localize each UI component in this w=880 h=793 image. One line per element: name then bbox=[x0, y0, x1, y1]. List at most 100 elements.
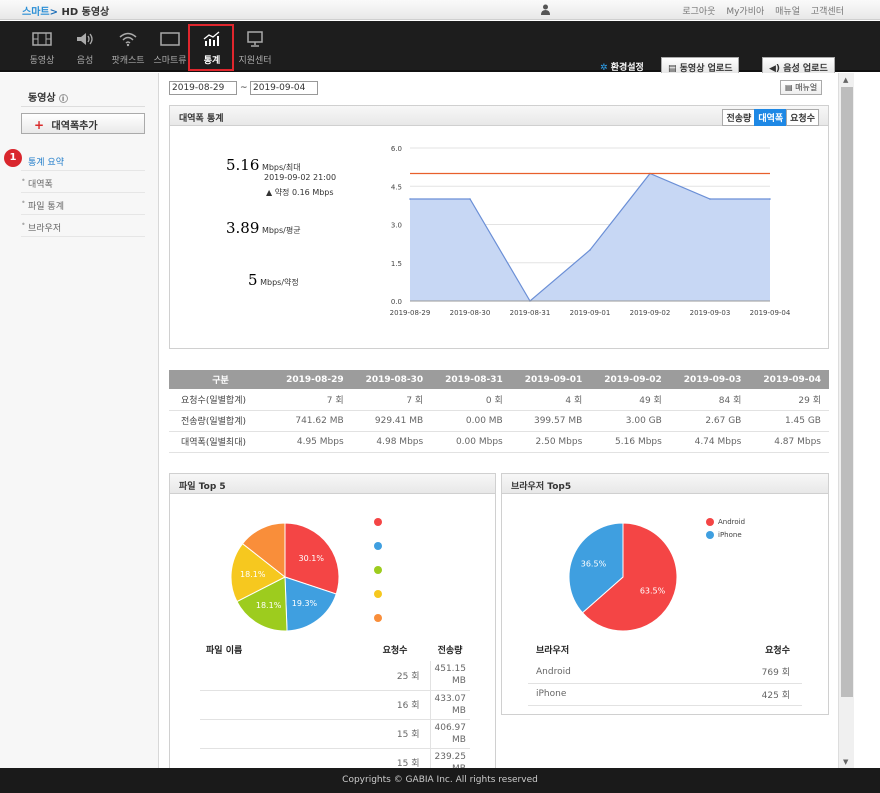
user-icon[interactable] bbox=[541, 4, 550, 15]
y-tick-label: 3.0 bbox=[391, 222, 402, 230]
browser-requests-cell: 425 회 bbox=[722, 683, 802, 706]
table-cell: 1.45 GB bbox=[749, 410, 829, 432]
col-requests: 요청수 bbox=[382, 645, 408, 656]
nav-support[interactable]: 지원센터 bbox=[233, 21, 277, 72]
browser-top5-table: 브라우저 요청수 Android 769 회 iPhone 425 회 bbox=[528, 637, 802, 706]
table-cell: 0 회 bbox=[431, 389, 511, 411]
x-tick-label: 2019-09-04 bbox=[750, 309, 791, 317]
tab-bandwidth[interactable]: 대역폭 bbox=[754, 109, 788, 126]
table-row[interactable]: 25 회 451.15 MB bbox=[200, 661, 470, 691]
col-browser: 브라우저 bbox=[536, 645, 570, 656]
sidebar-item-browser[interactable]: 브라우저 bbox=[21, 215, 145, 237]
date-from-input[interactable]: 2019-08-29 bbox=[169, 81, 237, 95]
legend-swatch bbox=[374, 542, 382, 550]
pie-slice-label: 18.1% bbox=[256, 601, 282, 610]
browser-name-cell: Android bbox=[528, 661, 722, 684]
add-bandwidth-button[interactable]: + 대역폭추가 bbox=[21, 113, 145, 134]
logout-link[interactable]: 로그아웃 bbox=[682, 7, 715, 17]
summary-header-cell: 2019-09-04 bbox=[749, 370, 829, 389]
table-row[interactable]: 15 회239.25MB bbox=[200, 748, 470, 768]
file-name-cell bbox=[200, 719, 360, 749]
sidebar-title-text: 동영상 bbox=[28, 93, 56, 104]
table-cell: 2.67 GB bbox=[669, 410, 750, 432]
table-cell: 2.50 Mbps bbox=[510, 431, 591, 453]
top-links: 로그아웃 My가비아 매뉴얼 고객센터 bbox=[676, 4, 844, 17]
data-point[interactable] bbox=[409, 198, 411, 200]
nav-support-label: 지원센터 bbox=[238, 56, 272, 66]
manual-link[interactable]: 매뉴얼 bbox=[775, 7, 800, 17]
x-tick-label: 2019-09-02 bbox=[630, 309, 671, 317]
tab-requests[interactable]: 요청수 bbox=[786, 109, 819, 126]
date-to-input[interactable]: 2019-09-04 bbox=[250, 81, 318, 95]
file-pie-chart: 30.1% 19.3% 18.1% 18.1% bbox=[230, 522, 340, 632]
table-cell: 4.74 Mbps bbox=[669, 431, 750, 453]
table-row[interactable]: 15 회 406.97 MB bbox=[200, 719, 470, 749]
scroll-thumb[interactable] bbox=[841, 87, 853, 697]
table-cell: 5.16 Mbps bbox=[590, 431, 670, 453]
browser-top5-title: 브라우저 Top5 bbox=[511, 482, 572, 492]
brand-smart-text: 스마트 bbox=[22, 7, 50, 18]
browser-top5-panel: 브라우저 Top5 63.5% 36.5% Android iPhone 브라우저 … bbox=[501, 473, 829, 715]
browser-top5-header: 브라우저 Top5 bbox=[502, 474, 828, 494]
max-value: 5.16 bbox=[226, 156, 260, 174]
brand-hd-text: HD bbox=[61, 7, 79, 18]
scroll-down-arrow-icon[interactable]: ▼ bbox=[843, 758, 848, 766]
avg-stat: 3.89 Mbps/평균 bbox=[226, 219, 301, 237]
legend-label: Android bbox=[718, 518, 746, 526]
file-transfer-value: 239.25 bbox=[434, 751, 467, 762]
screen-icon bbox=[160, 32, 180, 46]
summary-table-header: 구분 2019-08-29 2019-08-30 2019-08-31 2019-09-… bbox=[169, 370, 829, 389]
x-tick-label: 2019-08-30 bbox=[450, 309, 491, 317]
manual-button-label: 매뉴얼 bbox=[795, 83, 818, 92]
file-transfer-value: 433.07 bbox=[434, 693, 467, 704]
table-cell: 49 회 bbox=[590, 389, 670, 411]
file-requests-cell: 25 회 bbox=[360, 661, 431, 691]
data-point[interactable] bbox=[469, 198, 471, 200]
tab-transfer[interactable]: 전송량 bbox=[722, 109, 756, 126]
table-row[interactable]: 16 회 433.07 MB bbox=[200, 690, 470, 720]
sidebar-item-file-stats[interactable]: 파일 통계 bbox=[21, 193, 145, 215]
settings-link[interactable]: ✲ 환경설정 bbox=[600, 60, 644, 73]
legend-swatch bbox=[374, 614, 382, 622]
footer: Copyrights © GABIA Inc. All rights reser… bbox=[0, 768, 880, 793]
summary-header-cell: 2019-08-31 bbox=[431, 370, 511, 389]
col-file-name: 파일 이름 bbox=[206, 645, 243, 656]
contract-stat: 5 Mbps/약정 bbox=[248, 271, 299, 289]
file-name-cell bbox=[200, 661, 360, 691]
bandwidth-panel-header: 대역폭 통계 전송량 대역폭 요청수 bbox=[170, 106, 828, 126]
summary-header-cell: 2019-08-29 bbox=[272, 370, 352, 389]
table-cell: 4.95 Mbps bbox=[272, 431, 352, 453]
brand-video-text: 동영상 bbox=[81, 7, 110, 18]
table-row[interactable]: Android 769 회 bbox=[528, 661, 802, 684]
manual-button[interactable]: ▤ 매뉴얼 bbox=[780, 80, 823, 95]
table-cell: 399.57 MB bbox=[510, 410, 591, 432]
summary-table-body: 요청수(일별합계) 7 회7 회0 회4 회 49 회 84 회 29 회 전송량(일별합… bbox=[169, 389, 829, 453]
info-icon[interactable]: i bbox=[58, 94, 68, 103]
pie-slice-label: 36.5% bbox=[581, 560, 607, 569]
data-point[interactable] bbox=[709, 198, 711, 200]
brand-logo[interactable]: 스마트> HD 동영상 bbox=[22, 3, 109, 18]
table-cell: 4.98 Mbps bbox=[351, 431, 432, 453]
table-row[interactable]: iPhone 425 회 bbox=[528, 683, 802, 706]
pie-slice-label: 30.1% bbox=[299, 554, 325, 563]
file-transfer-cell: 239.25MB bbox=[430, 748, 470, 768]
mygabia-link[interactable]: My가비아 bbox=[726, 7, 764, 17]
film-icon bbox=[32, 32, 52, 46]
max-stat: 5.16 Mbps/최대 bbox=[226, 156, 301, 174]
sidebar-item-summary[interactable]: 통계 요약 bbox=[21, 149, 145, 171]
table-cell: 4 회 bbox=[510, 389, 591, 411]
legend-swatch bbox=[374, 590, 382, 598]
data-point[interactable] bbox=[769, 198, 771, 200]
browser-requests-cell: 769 회 bbox=[722, 661, 802, 684]
sidebar-item-bandwidth[interactable]: 대역폭 bbox=[21, 171, 145, 193]
table-cell: 7 회 bbox=[351, 389, 432, 411]
table-cell: 전송량(일별합계) bbox=[169, 410, 273, 432]
support-link[interactable]: 고객센터 bbox=[811, 7, 844, 17]
vertical-scrollbar[interactable]: ▲ ▼ bbox=[838, 73, 854, 768]
avg-value: 3.89 bbox=[226, 219, 260, 237]
data-point[interactable] bbox=[589, 249, 591, 251]
brand-arrow-icon: > bbox=[49, 7, 58, 18]
scroll-up-arrow-icon[interactable]: ▲ bbox=[843, 76, 848, 84]
y-tick-label: 4.5 bbox=[391, 183, 402, 191]
table-cell: 0.00 Mbps bbox=[431, 431, 511, 453]
